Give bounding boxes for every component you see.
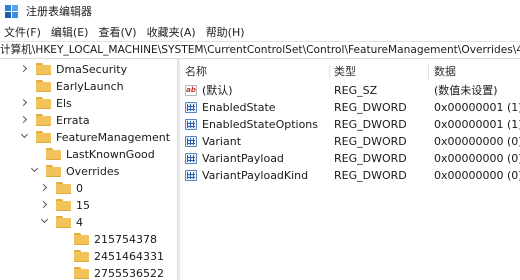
folder-icon [74,233,89,245]
column-divider[interactable] [428,65,429,79]
value-row[interactable]: VariantPayloadKind REG_DWORD 0x00000000 … [180,167,520,184]
tree-item-label: 2451464331 [94,249,164,263]
value-name: EnabledStateOptions [202,118,319,131]
tree-item-label: Overrides [66,164,120,178]
chevron-right-icon[interactable] [20,64,30,74]
column-header-name[interactable]: 名称 [185,63,207,81]
value-row[interactable]: ab (默认) REG_SZ (数值未设置) [180,82,520,99]
menu-help[interactable]: 帮助(H) [202,24,251,40]
tree-item-label: Els [56,96,72,110]
folder-icon [74,267,89,279]
chevron-down-icon[interactable] [30,166,40,176]
menu-edit[interactable]: 编辑(E) [47,24,95,40]
value-name: EnabledState [202,101,276,114]
tree-item-label: 0 [76,181,83,195]
chevron-down-icon[interactable] [20,132,30,142]
value-name: (默认) [202,84,233,97]
folder-icon [36,80,51,92]
folder-icon [36,63,51,75]
chevron-right-icon[interactable] [40,200,50,210]
dword-value-icon [185,136,197,147]
tree-item-label: 215754378 [94,232,157,246]
value-data: 0x00000000 (0) [434,135,520,148]
value-row[interactable]: EnabledStateOptions REG_DWORD 0x00000001… [180,116,520,133]
title-bar: 注册表编辑器 [0,0,520,22]
value-type: REG_DWORD [334,101,407,114]
folder-icon [36,131,51,143]
value-type: REG_DWORD [334,169,407,182]
menu-view[interactable]: 查看(V) [94,24,142,40]
value-name: VariantPayload [202,152,284,165]
tree-item-label: DmaSecurity [56,62,128,76]
value-row[interactable]: EnabledState REG_DWORD 0x00000001 (1) [180,99,520,116]
value-type: REG_DWORD [334,118,407,131]
chevron-down-icon[interactable] [40,217,50,227]
column-header-data[interactable]: 数据 [434,63,456,81]
folder-icon [56,182,71,194]
chevron-right-icon[interactable] [20,98,30,108]
value-data: (数值未设置) [434,84,498,97]
value-data: 0x00000001 (1) [434,118,520,131]
value-data: 0x00000000 (0) [434,169,520,182]
folder-icon [46,165,61,177]
folder-icon [56,216,71,228]
value-list[interactable]: 名称 类型 数据 ab (默认) REG_SZ (数值未设置) EnabledS… [180,59,520,280]
tree-item-label: EarlyLaunch [56,79,124,93]
tree-item-label: 2755536522 [94,266,164,280]
folder-icon [36,114,51,126]
folder-icon [74,250,89,262]
dword-value-icon [185,102,197,113]
tree-item-label: 4 [76,215,83,229]
value-data: 0x00000001 (1) [434,101,520,114]
column-header-type[interactable]: 类型 [334,63,356,81]
value-type: REG_DWORD [334,135,407,148]
tree-item-label: 15 [76,198,90,212]
value-name: VariantPayloadKind [202,169,309,182]
tree-item-label: Errata [56,113,90,127]
registry-editor-icon [5,4,18,18]
tree-item-label: FeatureManagement [56,130,171,144]
list-header: 名称 类型 数据 [180,63,520,81]
folder-icon [36,97,51,109]
chevron-right-icon[interactable] [20,115,30,125]
value-type: REG_DWORD [334,152,407,165]
column-divider[interactable] [329,65,330,79]
tree-item-2755536522[interactable]: 2755536522 [58,263,164,280]
folder-icon [56,199,71,211]
value-type: REG_SZ [334,84,378,97]
menu-favorites[interactable]: 收藏夹(A) [143,24,202,40]
dword-value-icon [185,119,197,130]
folder-icon [46,148,61,160]
menu-file[interactable]: 文件(F) [0,24,47,40]
string-value-icon: ab [185,85,197,96]
value-data: 0x00000000 (0) [434,152,520,165]
window-title: 注册表编辑器 [26,5,92,18]
tree-item-label: LastKnownGood [66,147,155,161]
menu-bar: 文件(F) 编辑(E) 查看(V) 收藏夹(A) 帮助(H) [0,22,520,41]
value-row[interactable]: VariantPayload REG_DWORD 0x00000000 (0) [180,150,520,167]
key-tree[interactable]: DmaSecurity EarlyLaunch Els Errata Featu… [0,59,177,280]
value-row[interactable]: Variant REG_DWORD 0x00000000 (0) [180,133,520,150]
value-name: Variant [202,135,242,148]
chevron-right-icon[interactable] [40,183,50,193]
dword-value-icon [185,153,197,164]
address-bar[interactable]: 计算机\HKEY_LOCAL_MACHINE\SYSTEM\CurrentCon… [0,41,520,59]
dword-value-icon [185,170,197,181]
